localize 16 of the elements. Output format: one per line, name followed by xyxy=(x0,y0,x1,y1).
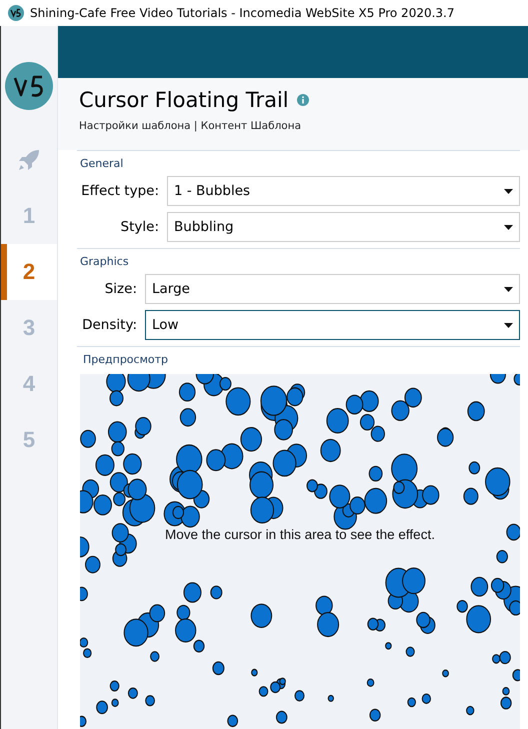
dropdown[interactable]: Large xyxy=(145,274,520,304)
field-label: Style: xyxy=(120,219,159,235)
dropdown[interactable]: 1 - Bubbles xyxy=(167,176,520,206)
field-label: Size: xyxy=(104,281,137,297)
field-label: Effect type: xyxy=(80,183,159,199)
dropdown[interactable]: Low xyxy=(145,310,520,340)
section-title: General xyxy=(79,157,124,170)
page-title: Cursor Floating Trail xyxy=(79,88,289,112)
field-label: Density: xyxy=(81,317,137,333)
dropdown[interactable]: Bubbling xyxy=(167,212,520,242)
section-title: Graphics xyxy=(79,255,130,268)
step-tab[interactable]: 2 xyxy=(1,244,57,300)
window-title: Shining-Cafe Free Video Tutorials - Incomedia WebSite X5 Pro 2020.3.7 xyxy=(30,6,454,20)
section-title: Предпросмотр xyxy=(82,352,169,368)
preview-hint: Move the cursor in this area to see the effect. xyxy=(165,526,435,542)
breadcrumb: Настройки шаблона | Контент Шаблона xyxy=(79,120,302,132)
